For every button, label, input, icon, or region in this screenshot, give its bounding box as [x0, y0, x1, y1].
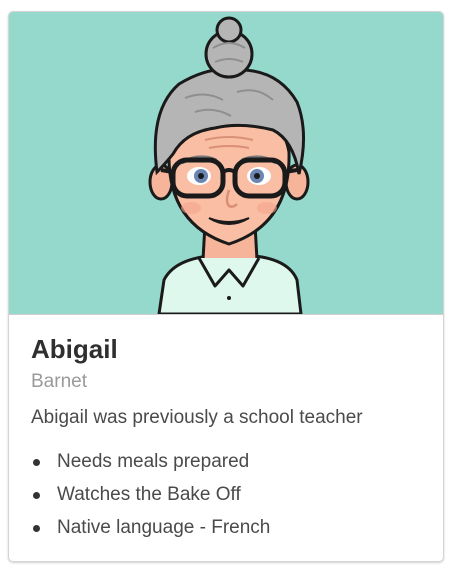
trait-text: Native language - French	[57, 517, 271, 538]
card-body: Abigail Barnet Abigail was previously a …	[31, 334, 425, 550]
avatar-panel	[9, 12, 443, 315]
persona-card: Abigail Barnet Abigail was previously a …	[8, 11, 444, 562]
trait-text: Needs meals prepared	[57, 451, 250, 472]
person-bio: Abigail was previously a school teacher	[31, 407, 363, 428]
trait-text: Watches the Bake Off	[57, 484, 241, 505]
list-item: Needs meals prepared	[31, 451, 425, 473]
list-item: Native language - French	[31, 517, 425, 539]
person-name: Abigail	[31, 334, 118, 364]
bullet-icon	[33, 492, 40, 499]
bullet-icon	[33, 525, 40, 532]
traits-list: Needs meals prepared Watches the Bake Of…	[31, 451, 425, 539]
list-item: Watches the Bake Off	[31, 484, 425, 506]
elderly-woman-avatar-icon	[148, 16, 310, 314]
bullet-icon	[33, 459, 40, 466]
person-location: Barnet	[31, 371, 87, 392]
